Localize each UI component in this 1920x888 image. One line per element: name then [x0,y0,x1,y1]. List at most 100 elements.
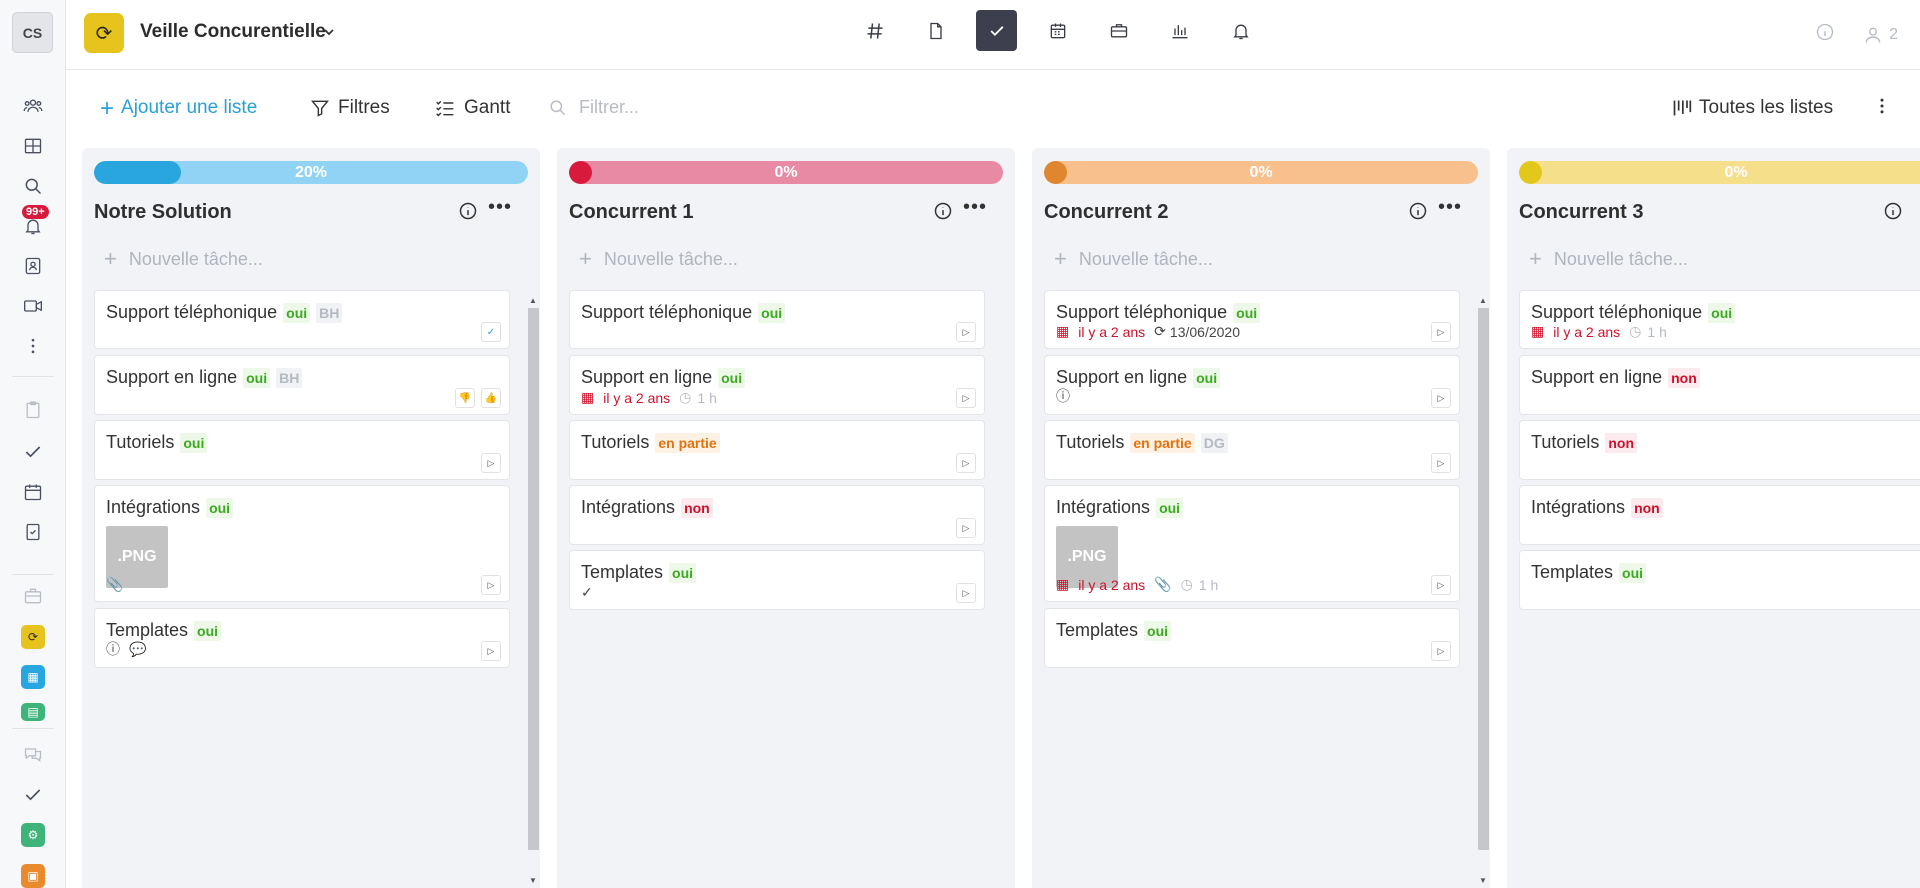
list-title[interactable]: Notre Solution [94,201,232,224]
scroll-down-icon[interactable]: ▼ [1479,876,1487,885]
scrollbar[interactable]: ▲ ▼ [527,296,539,888]
filter-icon [310,100,330,117]
play-icon[interactable]: ▷ [481,453,501,473]
app-orange-icon[interactable]: ▣ [21,864,45,888]
all-lists-button[interactable]: Toutes les listes [1672,97,1833,119]
task-card[interactable]: Tutoriels oui ▷ [94,420,510,480]
app-veille-icon[interactable]: ⟳ [21,625,45,649]
task-title: Support téléphonique [1056,302,1228,322]
search-icon[interactable] [19,172,47,200]
play-icon[interactable]: ▷ [1431,575,1451,595]
contacts-icon[interactable] [19,252,47,280]
user-avatar[interactable]: CS [12,12,53,53]
play-icon[interactable]: ▷ [481,641,501,661]
play-icon[interactable]: ▷ [956,453,976,473]
task-card[interactable]: Templates oui ⓘ 💬 ▷ [94,608,510,668]
play-icon[interactable]: ▷ [956,322,976,342]
members-button[interactable]: 2 [1863,25,1898,45]
add-list-button[interactable]: + Ajouter une liste [100,96,257,120]
clipboard-icon[interactable] [19,396,47,424]
scroll-down-icon[interactable]: ▼ [529,876,537,885]
play-icon[interactable]: ▷ [1431,453,1451,473]
paperclip-icon: 📎 [106,576,124,592]
task-card[interactable]: Tutoriels en partie ▷ [569,420,985,480]
play-icon[interactable]: ▷ [1431,388,1451,408]
info-icon[interactable] [933,201,953,221]
team-icon[interactable] [19,92,47,120]
task-card[interactable]: Support téléphonique oui ▦ il y a 2 ans ◷ 1… [1519,290,1920,349]
chat-icon[interactable] [19,740,47,768]
thumbs-up-icon[interactable]: 👍 [481,388,501,408]
chevron-down-icon[interactable] [323,25,335,43]
new-task-input[interactable]: + Nouvelle tâche... [94,246,263,272]
check-icon[interactable] [19,781,47,809]
task-card[interactable]: Support en ligne oui ⓘ ▷ [1044,355,1460,415]
done-check-icon[interactable]: ✓ [481,322,501,342]
page-title[interactable]: Veille Concurentielle [140,21,326,43]
task-card[interactable]: Templates oui ▷ [1044,608,1460,668]
task-card[interactable]: Tutoriels en partie DG ▷ [1044,420,1460,480]
task-card[interactable]: Intégrations oui .PNG 📎 ▷ [94,485,510,602]
task-card[interactable]: Intégrations non ▷ [569,485,985,545]
task-card[interactable]: Intégrations oui .PNG ▦ il y a 2 ans 📎 ◷ 1 … [1044,485,1460,602]
scrollbar-thumb[interactable] [528,308,539,850]
new-task-input[interactable]: + Nouvelle tâche... [1519,246,1688,272]
play-icon[interactable]: ▷ [1431,322,1451,342]
task-card[interactable]: Support en ligne oui BH 👎 👍 [94,355,510,415]
bar-chart-icon[interactable] [1159,10,1200,51]
more-vertical-icon[interactable] [1872,96,1892,122]
hash-icon[interactable] [854,10,895,51]
scrollbar[interactable]: ▲ ▼ [1477,296,1489,888]
search-input[interactable]: Filtrer... [579,97,639,118]
list-title[interactable]: Concurrent 1 [569,201,693,224]
list-title[interactable]: Concurrent 2 [1044,201,1168,224]
info-icon[interactable] [1408,201,1428,221]
new-task-input[interactable]: + Nouvelle tâche... [569,246,738,272]
document-icon[interactable] [915,10,956,51]
play-icon[interactable]: ▷ [1431,641,1451,661]
check-icon[interactable] [19,438,47,466]
info-icon[interactable] [1883,201,1903,221]
tasks-check-icon[interactable] [976,10,1017,51]
app-green-icon[interactable]: ▤ [21,703,45,721]
task-card[interactable]: Templates oui ✓ ▷ [569,550,985,610]
briefcase-icon[interactable] [1098,10,1139,51]
scrollbar-thumb[interactable] [1478,308,1489,850]
info-icon[interactable] [1815,22,1835,47]
task-card[interactable]: Templates oui [1519,550,1920,610]
thumbs-down-icon[interactable]: 👎 [455,388,475,408]
filters-button[interactable]: Filtres [310,97,390,119]
list-more-icon[interactable]: ••• [963,196,987,219]
task-card[interactable]: Support en ligne non [1519,355,1920,415]
list-more-icon[interactable]: ••• [488,196,512,219]
filter-search[interactable]: Filtrer... [548,97,639,118]
task-card[interactable]: Tutoriels non [1519,420,1920,480]
new-task-input[interactable]: + Nouvelle tâche... [1044,246,1213,272]
gantt-button[interactable]: Gantt [434,97,510,119]
task-card[interactable]: Support téléphonique oui ▦ il y a 2 ans ⟳ 1… [1044,290,1460,349]
play-icon[interactable]: ▷ [956,388,976,408]
task-card[interactable]: Support en ligne oui ▦ il y a 2 ans ◷ 1 h ▷ [569,355,985,415]
calendar-icon[interactable] [19,478,47,506]
play-icon[interactable]: ▷ [481,575,501,595]
notification-badge: 99+ [22,205,49,219]
briefcase-icon[interactable] [19,582,47,610]
checklist-document-icon[interactable] [19,518,47,546]
play-icon[interactable]: ▷ [956,518,976,538]
app-settings-icon[interactable]: ⚙ [21,823,45,847]
more-vertical-icon[interactable] [19,332,47,360]
play-icon[interactable]: ▷ [956,583,976,603]
info-icon[interactable] [458,201,478,221]
list-title[interactable]: Concurrent 3 [1519,201,1643,224]
calendar-icon[interactable] [1037,10,1078,51]
video-icon[interactable] [19,292,47,320]
grid-icon[interactable] [19,132,47,160]
scroll-up-icon[interactable]: ▲ [1479,296,1487,305]
task-card[interactable]: Support téléphonique oui BH ✓ [94,290,510,349]
list-more-icon[interactable]: ••• [1438,196,1462,219]
bell-icon[interactable] [1220,10,1261,51]
task-card[interactable]: Support téléphonique oui ▷ [569,290,985,349]
scroll-up-icon[interactable]: ▲ [529,296,537,305]
task-card[interactable]: Intégrations non [1519,485,1920,545]
app-basket-icon[interactable]: ▦ [21,665,45,689]
